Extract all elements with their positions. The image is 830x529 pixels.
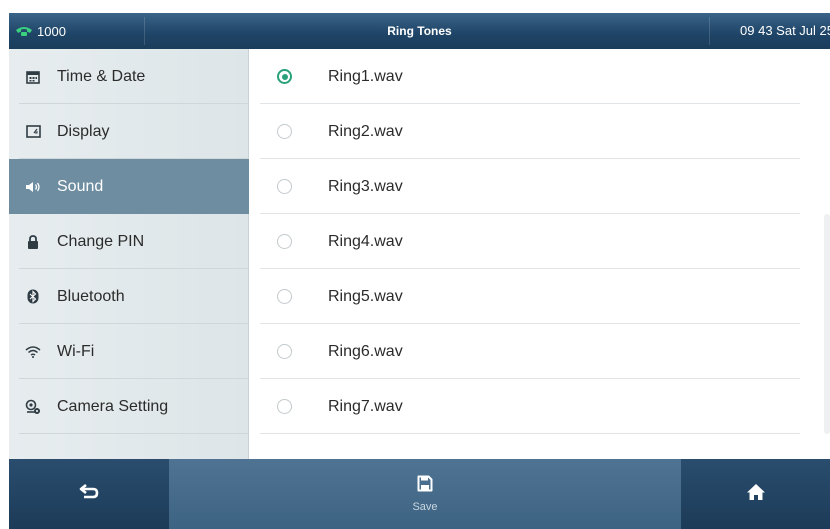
ringtone-label: Ring1.wav xyxy=(328,67,403,85)
lock-icon xyxy=(23,232,43,252)
bluetooth-icon xyxy=(23,287,43,307)
radio-button[interactable] xyxy=(277,399,292,414)
sidebar-item-display[interactable]: Display xyxy=(9,104,249,159)
sidebar-item-label: Sound xyxy=(57,177,104,195)
save-button[interactable]: Save xyxy=(169,459,681,529)
status-bar: 1000 Ring Tones 09 43 Sat Jul 25 xyxy=(9,13,830,49)
ringtone-label: Ring6.wav xyxy=(328,342,403,360)
radio-button[interactable] xyxy=(277,289,292,304)
status-divider xyxy=(709,17,710,45)
calendar-icon xyxy=(23,67,43,87)
sidebar-item-sound[interactable]: Sound xyxy=(9,159,249,214)
ringtone-option[interactable]: Ring5.wav xyxy=(250,269,800,324)
back-button[interactable] xyxy=(9,459,169,529)
camera-setting-icon xyxy=(23,397,43,417)
sidebar-item-label: Bluetooth xyxy=(57,287,125,305)
home-button[interactable] xyxy=(681,459,830,529)
sidebar-item-time-date[interactable]: Time & Date xyxy=(9,49,249,104)
save-label: Save xyxy=(412,501,438,513)
scrollbar-thumb[interactable] xyxy=(824,214,830,434)
ringtone-option[interactable]: Ring1.wav xyxy=(250,49,800,104)
sidebar-item-change-pin[interactable]: Change PIN xyxy=(9,214,249,269)
sidebar-item-wifi[interactable]: Wi-Fi xyxy=(9,324,249,379)
radio-button[interactable] xyxy=(277,179,292,194)
ringtone-option[interactable]: Ring7.wav xyxy=(250,379,800,434)
display-icon xyxy=(23,122,43,142)
ringtone-option[interactable]: Ring4.wav xyxy=(250,214,800,269)
sidebar-item-label: Change PIN xyxy=(57,232,145,250)
sidebar-item-bluetooth[interactable]: Bluetooth xyxy=(9,269,249,324)
back-arrow-icon xyxy=(79,483,99,506)
ringtone-list: Ring1.wav Ring2.wav Ring3.wav Ring4.wav … xyxy=(250,49,830,459)
scrollbar[interactable] xyxy=(822,49,830,459)
radio-button[interactable] xyxy=(277,234,292,249)
ringtone-option[interactable]: Ring6.wav xyxy=(250,324,800,379)
ringtone-option[interactable]: Ring3.wav xyxy=(250,159,800,214)
ringtone-label: Ring2.wav xyxy=(328,122,403,140)
sidebar-item-label: Time & Date xyxy=(57,67,146,85)
home-icon xyxy=(746,483,766,506)
radio-button-selected[interactable] xyxy=(277,69,292,84)
speaker-icon xyxy=(23,177,43,197)
save-icon xyxy=(417,475,433,497)
page-title: Ring Tones xyxy=(387,24,452,38)
sidebar-item-camera-setting[interactable]: Camera Setting xyxy=(9,379,249,434)
radio-button[interactable] xyxy=(277,124,292,139)
ringtone-option[interactable]: Ring2.wav xyxy=(250,104,800,159)
wifi-icon xyxy=(23,342,43,362)
phone-screen: 1000 Ring Tones 09 43 Sat Jul 25 Time & … xyxy=(9,13,830,529)
date-time: 09 43 Sat Jul 25 xyxy=(740,23,830,38)
ringtone-label: Ring4.wav xyxy=(328,232,403,250)
sidebar-item-label: Wi-Fi xyxy=(57,342,95,360)
ringtone-label: Ring3.wav xyxy=(328,177,403,195)
sidebar-item-label: Display xyxy=(57,122,110,140)
radio-button[interactable] xyxy=(277,344,292,359)
sidebar-item-label: Camera Setting xyxy=(57,397,169,415)
settings-sidebar: Time & Date Display Sound Change PIN Blu… xyxy=(9,49,249,459)
ringtone-label: Ring5.wav xyxy=(328,287,403,305)
ringtone-label: Ring7.wav xyxy=(328,397,403,415)
softkey-bar: Save xyxy=(9,459,830,529)
